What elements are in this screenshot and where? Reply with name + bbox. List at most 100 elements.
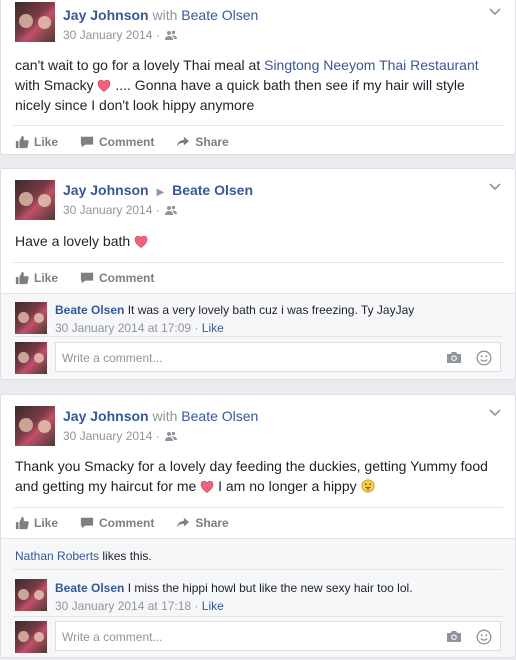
comment-label: Comment — [99, 271, 155, 285]
tagged-name-link[interactable]: Beate Olsen — [181, 408, 258, 424]
like-button[interactable]: Like — [15, 516, 58, 530]
chevron-down-icon[interactable] — [489, 409, 501, 417]
post-card-1: Jay Johnson with Beate Olsen 30 January … — [0, 0, 516, 155]
likes-summary: Nathan Roberts likes this. — [15, 549, 152, 563]
comment-meta: 30 January 2014 at 17:09 · Like — [55, 321, 224, 335]
divider — [13, 336, 503, 337]
comment-meta: 30 January 2014 at 17:18 · Like — [55, 599, 224, 613]
camera-icon[interactable] — [446, 630, 462, 643]
like-button[interactable]: Like — [15, 271, 58, 285]
target-name-link[interactable]: Beate Olsen — [172, 182, 253, 198]
comment-icon — [80, 135, 94, 149]
heart-emoji-icon — [134, 235, 148, 248]
with-label: with — [152, 408, 178, 424]
post-meta: 30 January 2014 · — [63, 203, 177, 217]
emoji-smile-icon[interactable] — [476, 350, 492, 366]
post-card-2: Jay Johnson ▶ Beate Olsen 30 January 201… — [0, 168, 516, 380]
post-header: Jay Johnson with Beate Olsen — [63, 7, 258, 23]
comments-section: Beate Olsen It was a very lovely bath cu… — [1, 293, 515, 379]
comment-text: It was a very lovely bath cuz i was free… — [127, 303, 415, 317]
commenter-avatar[interactable] — [15, 579, 47, 611]
author-name-link[interactable]: Jay Johnson — [63, 7, 149, 23]
comment-author-link[interactable]: Beate Olsen — [55, 581, 124, 595]
commenter-avatar[interactable] — [15, 302, 47, 334]
comment-timestamp[interactable]: 30 January 2014 at 17:18 · — [55, 599, 202, 613]
friends-audience-icon[interactable] — [165, 30, 177, 40]
author-name-link[interactable]: Jay Johnson — [63, 408, 149, 424]
post-text-part: with Smacky — [15, 77, 98, 93]
heart-emoji-icon — [97, 79, 111, 92]
author-avatar[interactable] — [15, 2, 55, 42]
place-link[interactable]: Singtong Neeyom Thai Restaurant — [264, 57, 479, 73]
comment-icon — [80, 271, 94, 285]
thumbs-up-icon — [15, 271, 29, 285]
comment-timestamp[interactable]: 30 January 2014 at 17:09 · — [55, 321, 202, 335]
post-header: Jay Johnson with Beate Olsen — [63, 408, 258, 424]
comment-label: Comment — [99, 516, 155, 530]
author-avatar[interactable] — [15, 406, 55, 446]
divider — [13, 262, 503, 263]
likes-text: likes this. — [99, 549, 152, 563]
post-timestamp-link[interactable]: 30 January 2014 · — [63, 203, 160, 217]
comment-text: I miss the hippi howl but like the new s… — [127, 581, 413, 595]
comment-body: Beate Olsen It was a very lovely bath cu… — [55, 303, 414, 317]
comment-button[interactable]: Comment — [80, 516, 154, 530]
divider — [13, 125, 503, 126]
liker-name-link[interactable]: Nathan Roberts — [15, 549, 99, 563]
like-button[interactable]: Like — [15, 135, 58, 149]
share-button[interactable]: Share — [176, 516, 229, 530]
share-icon — [176, 135, 190, 149]
divider — [13, 616, 503, 617]
tongue-out-emoji-icon — [361, 479, 375, 493]
tagged-name-link[interactable]: Beate Olsen — [181, 7, 258, 23]
write-comment-input[interactable]: Write a comment... — [55, 621, 501, 651]
comment-button[interactable]: Comment — [80, 135, 154, 149]
thumbs-up-icon — [15, 516, 29, 530]
chevron-down-icon[interactable] — [489, 8, 501, 16]
heart-emoji-icon — [200, 480, 214, 493]
author-avatar[interactable] — [15, 180, 55, 220]
like-label: Like — [34, 271, 59, 285]
post-text: can't wait to go for a lovely Thai meal … — [15, 55, 501, 115]
post-header: Jay Johnson ▶ Beate Olsen — [63, 182, 253, 198]
post-text: Have a lovely bath — [15, 231, 501, 251]
comment-author-link[interactable]: Beate Olsen — [55, 303, 124, 317]
my-avatar — [15, 621, 47, 653]
post-meta: 30 January 2014 · — [63, 28, 177, 42]
share-button[interactable]: Share — [176, 135, 229, 149]
comment-icon — [80, 516, 94, 530]
friends-audience-icon[interactable] — [165, 431, 177, 441]
post-card-3: Jay Johnson with Beate Olsen 30 January … — [0, 394, 516, 658]
like-label: Like — [34, 135, 59, 149]
comment-body: Beate Olsen I miss the hippi howl but li… — [55, 581, 413, 595]
comment-label: Comment — [99, 135, 155, 149]
write-comment-input[interactable]: Write a comment... — [55, 342, 501, 372]
post-text-part: Have a lovely bath — [15, 233, 135, 249]
emoji-smile-icon[interactable] — [476, 629, 492, 645]
friends-audience-icon[interactable] — [165, 205, 177, 215]
post-timestamp-link[interactable]: 30 January 2014 · — [63, 28, 160, 42]
author-name-link[interactable]: Jay Johnson — [63, 182, 149, 198]
arrow-right-icon: ▶ — [156, 187, 165, 198]
with-label: with — [152, 7, 178, 23]
share-label: Share — [195, 516, 229, 530]
comment-like-link[interactable]: Like — [202, 321, 224, 335]
post-actions: Like Comment — [15, 268, 176, 288]
comment-like-link[interactable]: Like — [202, 599, 224, 613]
comment-button[interactable]: Comment — [80, 271, 154, 285]
divider — [13, 569, 503, 570]
camera-icon[interactable] — [446, 351, 462, 364]
chevron-down-icon[interactable] — [489, 183, 501, 191]
like-label: Like — [34, 516, 59, 530]
post-text-part: can't wait to go for a lovely Thai meal … — [15, 57, 265, 73]
divider — [13, 507, 503, 508]
post-actions: Like Comment Share — [15, 132, 251, 152]
share-icon — [176, 516, 190, 530]
post-timestamp-link[interactable]: 30 January 2014 · — [63, 429, 160, 443]
my-avatar — [15, 342, 47, 374]
write-comment-placeholder: Write a comment... — [62, 630, 163, 644]
post-actions: Like Comment Share — [15, 513, 251, 533]
post-text-part: I am no longer a hippy — [214, 478, 361, 494]
post-meta: 30 January 2014 · — [63, 429, 177, 443]
comments-section: Nathan Roberts likes this. Beate Olsen I… — [1, 538, 515, 657]
